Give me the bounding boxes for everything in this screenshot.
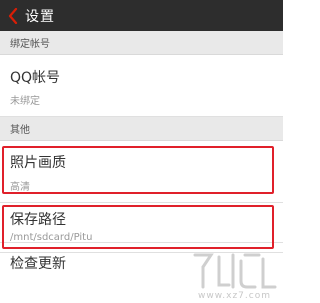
title-bar: 设置 (0, 0, 283, 31)
back-arrow-icon (8, 7, 18, 24)
section-header-other: 其他 (0, 117, 283, 141)
qq-account-label: QQ帐号 (10, 70, 61, 86)
watermark-url: www.xz7.com (198, 291, 271, 301)
setting-item-save-path[interactable]: 保存路径 /mnt/sdcard/Pitu (0, 203, 283, 243)
photo-quality-value: 高清 (10, 182, 30, 193)
save-path-label: 保存路径 (10, 212, 66, 228)
setting-item-qq-account[interactable]: QQ帐号 未绑定 (0, 55, 283, 117)
page-title: 设置 (25, 8, 55, 25)
save-path-value: /mnt/sdcard/Pitu (10, 232, 93, 243)
settings-screen: 设置 绑定帐号 QQ帐号 未绑定 其他 照片画质 高清 保存路径 /mnt/sd… (0, 0, 283, 303)
setting-item-photo-quality[interactable]: 照片画质 高清 (0, 141, 283, 203)
item-divider-space (0, 243, 283, 253)
check-update-label: 检查更新 (10, 256, 66, 272)
back-button[interactable] (2, 0, 24, 31)
section-header-bind-account: 绑定帐号 (0, 31, 283, 55)
photo-quality-label: 照片画质 (10, 155, 66, 171)
qq-account-status: 未绑定 (10, 96, 40, 107)
